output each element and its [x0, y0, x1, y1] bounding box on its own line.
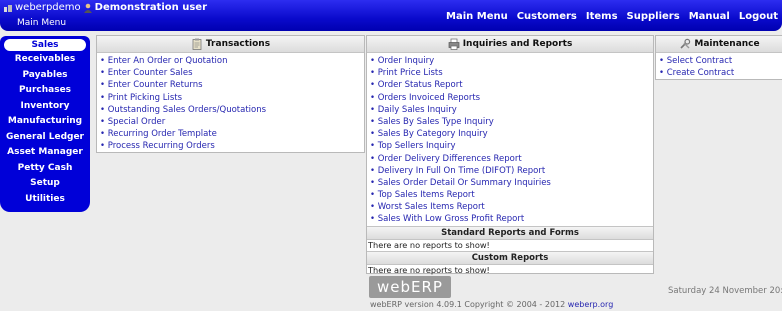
company-icon: [4, 4, 12, 12]
nav-main-menu[interactable]: Main Menu: [446, 11, 508, 22]
link-orders-invoiced[interactable]: Orders Invoiced Reports: [370, 92, 653, 104]
nav-items[interactable]: Items: [586, 11, 618, 22]
standard-reports-empty: There are no reports to show!: [368, 239, 490, 250]
maintenance-panel: Maintenance Select Contract Create Contr…: [655, 35, 782, 80]
link-print-picking[interactable]: Print Picking Lists: [100, 92, 364, 104]
weberp-logo: webERP: [369, 276, 451, 298]
nav-manual[interactable]: Manual: [689, 11, 730, 22]
link-price-lists[interactable]: Print Price Lists: [370, 67, 653, 79]
link-select-contract[interactable]: Select Contract: [659, 55, 782, 67]
sidebar-item-receivables[interactable]: Receivables: [0, 52, 90, 68]
link-counter-sales[interactable]: Enter Counter Sales: [100, 67, 364, 79]
nav-customers[interactable]: Customers: [517, 11, 577, 22]
custom-reports-empty: There are no reports to show!: [368, 264, 490, 275]
version-text: webERP version 4.09.1 Copyright © 2004 -…: [370, 300, 566, 309]
sidebar-item-payables[interactable]: Payables: [0, 68, 90, 84]
custom-reports-heading: Custom Reports: [367, 250, 653, 265]
link-outstanding-orders[interactable]: Outstanding Sales Orders/Quotations: [100, 104, 364, 116]
link-process-recurring[interactable]: Process Recurring Orders: [100, 140, 364, 152]
printer-icon: [448, 38, 460, 50]
nav-suppliers[interactable]: Suppliers: [627, 11, 680, 22]
inquiries-title: Inquiries and Reports: [462, 39, 573, 49]
link-order-detail[interactable]: Sales Order Detail Or Summary Inquiries: [370, 177, 653, 189]
sidebar-item-sales[interactable]: Sales: [3, 38, 87, 52]
transactions-title: Transactions: [205, 39, 271, 49]
link-top-sellers[interactable]: Top Sellers Inquiry: [370, 140, 653, 152]
link-counter-returns[interactable]: Enter Counter Returns: [100, 79, 364, 91]
weberp-link[interactable]: weberp.org: [568, 300, 614, 309]
company-name: weberpdemo: [15, 2, 81, 13]
link-worst-sales-items[interactable]: Worst Sales Items Report: [370, 201, 653, 213]
footer-version: webERP version 4.09.1 Copyright © 2004 -…: [370, 300, 613, 309]
link-low-gross-profit[interactable]: Sales With Low Gross Profit Report: [370, 213, 653, 225]
link-enter-order[interactable]: Enter An Order or Quotation: [100, 55, 364, 67]
link-top-sales-items[interactable]: Top Sales Items Report: [370, 189, 653, 201]
link-create-contract[interactable]: Create Contract: [659, 67, 782, 79]
clipboard-icon: [192, 38, 202, 50]
menu-title: Main Menu: [17, 18, 67, 28]
footer-date: Saturday 24 November 20:36: [668, 286, 782, 296]
sidebar-item-petty-cash[interactable]: Petty Cash: [0, 161, 90, 177]
header-nav: Main Menu Customers Items Suppliers Manu…: [446, 11, 778, 22]
link-special-order[interactable]: Special Order: [100, 116, 364, 128]
link-daily-sales[interactable]: Daily Sales Inquiry: [370, 104, 653, 116]
inquiries-header: Inquiries and Reports: [367, 36, 653, 53]
maintenance-title: Maintenance: [694, 39, 760, 49]
link-order-inquiry[interactable]: Order Inquiry: [370, 55, 653, 67]
sidebar-item-inventory[interactable]: Inventory: [0, 99, 90, 115]
link-order-status[interactable]: Order Status Report: [370, 79, 653, 91]
transactions-header: Transactions: [97, 36, 364, 53]
user-info: weberpdemo Demonstration user: [3, 2, 207, 13]
nav-logout[interactable]: Logout: [739, 11, 778, 22]
link-sales-by-category[interactable]: Sales By Category Inquiry: [370, 128, 653, 140]
wrench-icon: [680, 38, 691, 49]
maintenance-header: Maintenance: [656, 36, 782, 53]
sidebar-item-utilities[interactable]: Utilities: [0, 192, 90, 208]
user-icon: [83, 3, 92, 13]
user-name: Demonstration user: [94, 2, 208, 13]
top-header: weberpdemo Demonstration user Main Menu …: [0, 0, 782, 31]
inquiries-list: Order Inquiry Print Price Lists Order St…: [367, 55, 653, 226]
sidebar-item-setup[interactable]: Setup: [0, 176, 90, 192]
sidebar-item-manufacturing[interactable]: Manufacturing: [0, 114, 90, 130]
link-recurring-template[interactable]: Recurring Order Template: [100, 128, 364, 140]
transactions-list: Enter An Order or Quotation Enter Counte…: [97, 55, 364, 153]
standard-reports-heading: Standard Reports and Forms: [367, 225, 653, 240]
inquiries-panel: Inquiries and Reports Order Inquiry Prin…: [366, 35, 654, 275]
transactions-panel: Transactions Enter An Order or Quotation…: [96, 35, 365, 153]
module-sidebar: Sales Receivables Payables Purchases Inv…: [0, 36, 90, 212]
link-sales-by-type[interactable]: Sales By Sales Type Inquiry: [370, 116, 653, 128]
sidebar-item-purchases[interactable]: Purchases: [0, 83, 90, 99]
sidebar-item-general-ledger[interactable]: General Ledger: [0, 130, 90, 146]
link-difot[interactable]: Delivery In Full On Time (DIFOT) Report: [370, 165, 653, 177]
maintenance-list: Select Contract Create Contract: [656, 55, 782, 79]
sidebar-item-asset-manager[interactable]: Asset Manager: [0, 145, 90, 161]
link-delivery-differences[interactable]: Order Delivery Differences Report: [370, 153, 653, 165]
